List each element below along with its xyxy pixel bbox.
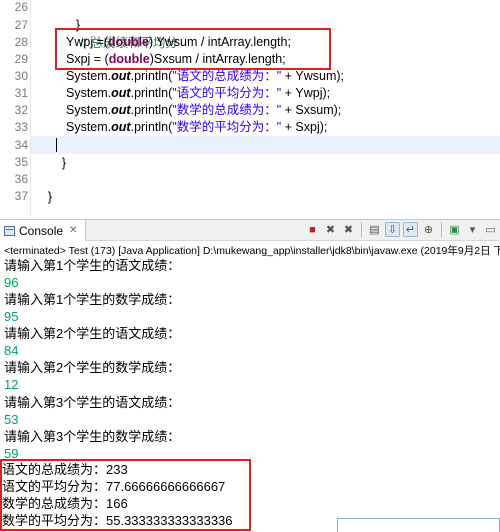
word-wrap-icon[interactable]: ↵ [403, 222, 418, 237]
code-editor[interactable]: 26 27 28 29 30 31 32 33 34 35 36 37 } //… [0, 0, 500, 216]
code-line-36[interactable]: } [34, 170, 52, 204]
minimize-icon[interactable]: ▭ [483, 222, 498, 237]
pin-icon[interactable]: ⊕ [421, 222, 436, 237]
println-call: .println( [130, 103, 173, 117]
console-input-line: 53 [4, 412, 19, 427]
highlight-box-output [0, 459, 251, 531]
out-field: out [111, 103, 131, 117]
stop-icon[interactable]: ■ [305, 222, 320, 237]
system-class: System. [66, 69, 112, 83]
scroll-lock-icon[interactable]: ⇩ [385, 222, 400, 237]
line-number: 27 [14, 18, 28, 32]
text-caret [56, 138, 57, 152]
line-number: 37 [14, 189, 28, 203]
console-line: 请输入第3个学生的语文成绩： [4, 395, 181, 410]
console-input-line: 95 [4, 309, 19, 324]
open-console-icon[interactable]: ▾ [465, 222, 480, 237]
close-icon[interactable]: ✕ [69, 225, 77, 236]
string-literal: "语文的总成绩为：" [172, 69, 282, 83]
line-number: 30 [14, 69, 28, 83]
code-line-26[interactable]: } [62, 0, 80, 32]
gutter-separator [30, 0, 31, 216]
console-input-line: 84 [4, 343, 19, 358]
line-number: 28 [14, 35, 28, 49]
console-line: 请输入第1个学生的数学成绩： [4, 292, 181, 307]
line-number: 29 [14, 52, 28, 66]
console-toolbar: ■ ✖ ✖ ▤ ⇩ ↵ ⊕ ▣ ▾ ▭ [305, 222, 498, 237]
println-call: .println( [130, 69, 173, 83]
println-tail: + Sxsum); [281, 103, 342, 117]
system-class: System. [66, 86, 112, 100]
line-number: 26 [14, 0, 28, 14]
clear-icon[interactable]: ▤ [367, 222, 382, 237]
code-line-32[interactable]: System.out.println("数学的总成绩为：" + Sxsum); [66, 101, 341, 119]
console-input-line: 12 [4, 377, 19, 392]
println-tail: + Ywsum); [281, 69, 345, 83]
remove-all-icon[interactable]: ✖ [341, 222, 356, 237]
system-class: System. [66, 120, 112, 134]
console-line: 请输入第1个学生的语文成绩： [4, 258, 181, 273]
toolbar-separator [441, 222, 442, 237]
toolbar-separator [361, 222, 362, 237]
line-number: 32 [14, 103, 28, 117]
console-icon [4, 225, 15, 236]
println-call: .println( [130, 120, 173, 134]
string-literal: "语文的平均分为：" [172, 86, 282, 100]
closing-brace: } [61, 156, 67, 170]
console-line: 请输入第2个学生的数学成绩： [4, 360, 181, 375]
console-process-status: <terminated> Test (173) [Java Applicatio… [4, 245, 500, 257]
remove-icon[interactable]: ✖ [323, 222, 338, 237]
string-literal: "数学的平均分为：" [172, 120, 282, 134]
console-input-line: 96 [4, 275, 19, 290]
line-number: 31 [14, 86, 28, 100]
line-number: 33 [14, 120, 28, 134]
console-line: 请输入第2个学生的语文成绩： [4, 326, 181, 341]
tab-console[interactable]: Console ✕ [0, 220, 87, 241]
println-tail: + Ywpj); [281, 86, 331, 100]
hover-popup-edge [337, 518, 500, 532]
code-line-35[interactable] [48, 153, 62, 171]
highlight-box-code [55, 28, 331, 70]
out-field: out [111, 86, 131, 100]
code-line-34[interactable]: } [48, 136, 66, 170]
console-output[interactable]: 请输入第1个学生的语文成绩： 96 请输入第1个学生的数学成绩： 95 请输入第… [0, 257, 500, 531]
code-line-31[interactable]: System.out.println("语文的平均分为：" + Ywpj); [66, 84, 330, 102]
console-view-header: Console ✕ ■ ✖ ✖ ▤ ⇩ ↵ ⊕ ▣ ▾ ▭ [0, 219, 500, 241]
println-call: .println( [130, 86, 173, 100]
line-number: 34 [14, 138, 28, 152]
console-line: 请输入第3个学生的数学成绩： [4, 429, 181, 444]
display-console-icon[interactable]: ▣ [447, 222, 462, 237]
line-number: 36 [14, 172, 28, 186]
out-field: out [111, 120, 131, 134]
current-line-highlight [31, 136, 500, 154]
println-tail: + Sxpj); [281, 120, 328, 134]
out-field: out [111, 69, 131, 83]
line-number: 35 [14, 155, 28, 169]
closing-brace: } [47, 190, 53, 204]
system-class: System. [66, 103, 112, 117]
code-line-33[interactable]: System.out.println("数学的平均分为：" + Sxpj); [66, 118, 327, 136]
string-literal: "数学的总成绩为：" [172, 103, 282, 117]
tab-console-label: Console [19, 223, 64, 238]
